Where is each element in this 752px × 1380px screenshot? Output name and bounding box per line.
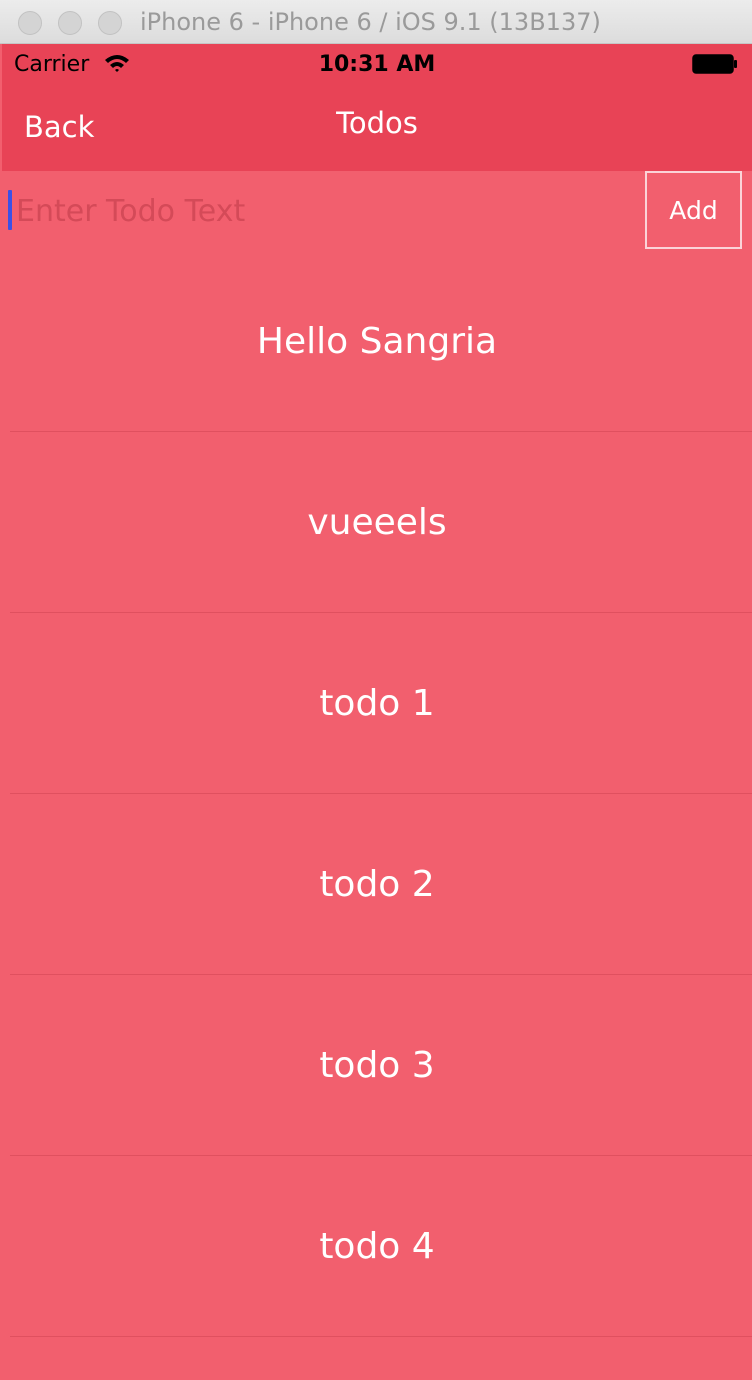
zoom-window-button[interactable] (98, 11, 122, 35)
window-title: iPhone 6 - iPhone 6 / iOS 9.1 (13B137) (140, 8, 601, 36)
todo-list: Hello Sangria vueeels todo 1 todo 2 todo… (2, 251, 752, 1337)
navigation-bar: Carrier 10:31 AM Back Todos (2, 44, 752, 171)
status-bar: Carrier 10:31 AM (2, 44, 752, 84)
todo-item[interactable]: vueeels (2, 432, 752, 613)
todo-item[interactable]: todo 4 (2, 1156, 752, 1337)
minimize-window-button[interactable] (58, 11, 82, 35)
todo-item[interactable]: Hello Sangria (2, 251, 752, 432)
close-window-button[interactable] (18, 11, 42, 35)
simulator-title-bar: iPhone 6 - iPhone 6 / iOS 9.1 (13B137) (0, 0, 752, 44)
todo-item[interactable]: todo 1 (2, 613, 752, 794)
todo-item[interactable]: todo 3 (2, 975, 752, 1156)
page-title: Todos (336, 106, 418, 140)
todo-text-input[interactable] (16, 183, 626, 239)
status-time: 10:31 AM (318, 52, 436, 77)
phone-screen: Carrier 10:31 AM Back Todos Add Hello Sa… (2, 44, 752, 1380)
add-button[interactable]: Add (645, 171, 742, 249)
add-todo-row: Add (2, 171, 752, 251)
todo-item[interactable]: todo 2 (2, 794, 752, 975)
battery-icon (692, 54, 737, 74)
text-caret (8, 190, 12, 230)
